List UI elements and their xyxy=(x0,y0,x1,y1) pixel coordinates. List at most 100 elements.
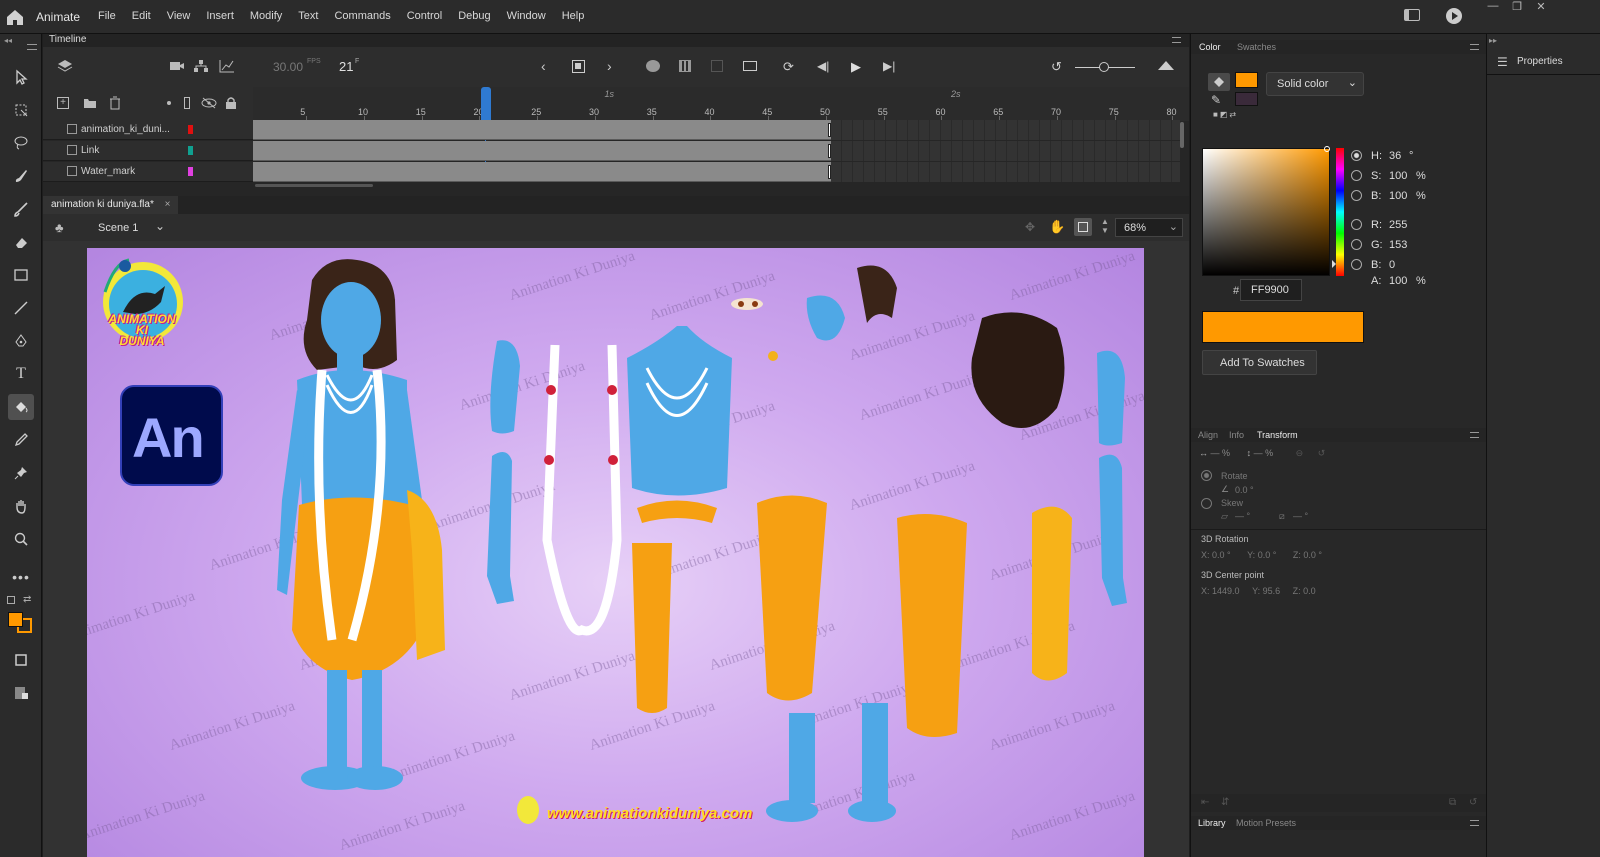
edit-multiple-frames-icon[interactable] xyxy=(679,60,691,72)
tab-align[interactable]: Align xyxy=(1198,430,1218,440)
tab-info[interactable]: Info xyxy=(1229,430,1244,440)
rotate-radio[interactable] xyxy=(1201,470,1212,481)
document-tab[interactable]: animation ki duniya.fla* × xyxy=(43,196,179,214)
more-tools-icon[interactable]: ••• xyxy=(8,564,34,590)
lock-fill-icon[interactable] xyxy=(8,680,34,706)
layer-color-swatch[interactable] xyxy=(188,125,193,134)
menu-edit[interactable]: Edit xyxy=(132,10,151,22)
frame-span[interactable] xyxy=(253,120,831,140)
layer-color-swatch[interactable] xyxy=(188,167,193,176)
lasso-tool-icon[interactable] xyxy=(8,130,34,156)
layer-row[interactable]: Water_mark xyxy=(43,162,253,182)
library-menu-icon[interactable] xyxy=(1470,820,1479,826)
eraser-tool-icon[interactable] xyxy=(8,229,34,255)
menu-debug[interactable]: Debug xyxy=(458,10,490,22)
next-keyframe-icon[interactable]: › xyxy=(607,58,612,74)
hue-slider[interactable] xyxy=(1336,148,1344,276)
menu-view[interactable]: View xyxy=(167,10,191,22)
minimize-icon[interactable]: — xyxy=(1482,0,1504,16)
radio-s[interactable] xyxy=(1351,170,1362,181)
fps-value[interactable]: 30.00 xyxy=(273,60,303,74)
skew-v-value[interactable]: — ° xyxy=(1293,511,1308,521)
timeline-vscrollbar[interactable] xyxy=(1180,122,1184,148)
new-folder-icon[interactable] xyxy=(83,97,97,112)
color-panel-menu-icon[interactable] xyxy=(1470,44,1479,50)
lower-body-pieces[interactable] xyxy=(747,493,1107,838)
selection-tool-icon[interactable] xyxy=(8,64,34,90)
layer-name[interactable]: animation_ki_duni... xyxy=(81,124,170,135)
tab-color[interactable]: Color xyxy=(1199,42,1221,52)
dhoti-piece[interactable] xyxy=(627,538,677,718)
timeline-menu-icon[interactable] xyxy=(1172,37,1181,43)
insert-frame-icon[interactable] xyxy=(743,61,757,71)
radio-g[interactable] xyxy=(1351,239,1362,250)
pin-tool-icon[interactable] xyxy=(8,460,34,486)
zoom-chevron-icon[interactable]: ⌄ xyxy=(1169,220,1178,233)
properties-tab[interactable]: ☰ Properties xyxy=(1497,54,1600,72)
zoom-field[interactable]: 68% ⌄ xyxy=(1115,218,1183,237)
tab-swatches[interactable]: Swatches xyxy=(1237,42,1276,52)
brush-tool-icon[interactable] xyxy=(8,163,34,189)
menu-commands[interactable]: Commands xyxy=(334,10,390,22)
layers-icon[interactable] xyxy=(57,59,73,76)
skew-radio[interactable] xyxy=(1201,498,1212,509)
radio-r[interactable] xyxy=(1351,219,1362,230)
stage-canvas[interactable]: Animation Ki Duniya Animation Ki Duniya An… xyxy=(87,248,1144,857)
text-tool-icon[interactable]: T xyxy=(8,361,34,387)
close-window-icon[interactable]: ✕ xyxy=(1530,0,1552,16)
radio-b[interactable] xyxy=(1351,190,1362,201)
g-value[interactable]: 153 xyxy=(1389,239,1407,251)
fill-color-swatch[interactable] xyxy=(8,612,23,627)
stroke-pencil-icon[interactable]: ✎ xyxy=(1211,93,1221,107)
rotate-value[interactable]: 0.0 ° xyxy=(1235,485,1254,495)
empty-frames[interactable] xyxy=(830,162,1180,182)
timeline-hscrollbar[interactable] xyxy=(255,184,373,187)
tab-transform[interactable]: Transform xyxy=(1257,430,1298,440)
panel-menu-icon[interactable] xyxy=(27,44,37,50)
reset-icon[interactable]: ↺ xyxy=(1051,59,1062,75)
insert-keyframe-icon[interactable] xyxy=(572,60,585,73)
workspace-icon[interactable] xyxy=(1404,9,1420,21)
tab-library[interactable]: Library xyxy=(1198,818,1226,828)
step-back-icon[interactable]: ◀| xyxy=(817,59,829,73)
graph-icon[interactable] xyxy=(219,59,235,76)
lock-icon[interactable] xyxy=(225,96,237,113)
hue-slider-handle[interactable] xyxy=(1332,260,1336,268)
fill-type-dropdown[interactable]: Solid color ⌄ xyxy=(1266,72,1364,96)
picker-cursor[interactable] xyxy=(1324,146,1330,152)
menu-modify[interactable]: Modify xyxy=(250,10,282,22)
layer-color-swatch[interactable] xyxy=(188,146,193,155)
saturation-brightness-picker[interactable] xyxy=(1202,148,1330,276)
tab-motion-presets[interactable]: Motion Presets xyxy=(1236,818,1296,828)
garland-piece[interactable] xyxy=(537,340,627,650)
hex-input[interactable]: FF9900 xyxy=(1240,279,1302,301)
reset-transform-icon[interactable]: ↺ xyxy=(1469,797,1477,808)
layer-row[interactable]: animation_ki_duni... xyxy=(43,120,253,140)
radio-blue[interactable] xyxy=(1351,259,1362,270)
play-icon[interactable]: ▶ xyxy=(851,59,861,75)
symbol-icon[interactable]: ♣ xyxy=(55,220,64,235)
fill-swatch[interactable] xyxy=(1235,72,1258,88)
empty-frames[interactable] xyxy=(830,120,1180,140)
loop-icon[interactable]: ⟳ xyxy=(783,59,794,75)
frame-span[interactable] xyxy=(253,141,831,161)
current-frame[interactable]: 21 xyxy=(339,59,353,74)
flip-icon[interactable]: ⇵ xyxy=(1221,797,1229,808)
color-mode-icons[interactable]: ■◩⇄ xyxy=(1213,110,1238,119)
timeline-title[interactable]: Timeline xyxy=(49,34,86,45)
free-transform-tool-icon[interactable] xyxy=(8,97,34,123)
restore-icon[interactable]: ❐ xyxy=(1506,0,1528,16)
chevron-down-icon[interactable]: ⌄ xyxy=(155,219,165,233)
krishna-character[interactable] xyxy=(257,250,457,810)
h-value[interactable]: 36 xyxy=(1389,150,1401,162)
stroke-swatch[interactable] xyxy=(1235,92,1258,106)
step-forward-icon[interactable]: ▶| xyxy=(883,59,895,73)
radio-h[interactable] xyxy=(1351,150,1362,161)
fill-bucket-icon[interactable] xyxy=(1208,73,1230,91)
s-value[interactable]: 100 xyxy=(1389,170,1407,182)
r-value[interactable]: 255 xyxy=(1389,219,1407,231)
transform-panel-menu-icon[interactable] xyxy=(1470,432,1479,438)
eyedropper-tool-icon[interactable] xyxy=(8,427,34,453)
face-pieces[interactable] xyxy=(727,258,907,388)
add-to-swatches-button[interactable]: Add To Swatches xyxy=(1202,350,1317,375)
